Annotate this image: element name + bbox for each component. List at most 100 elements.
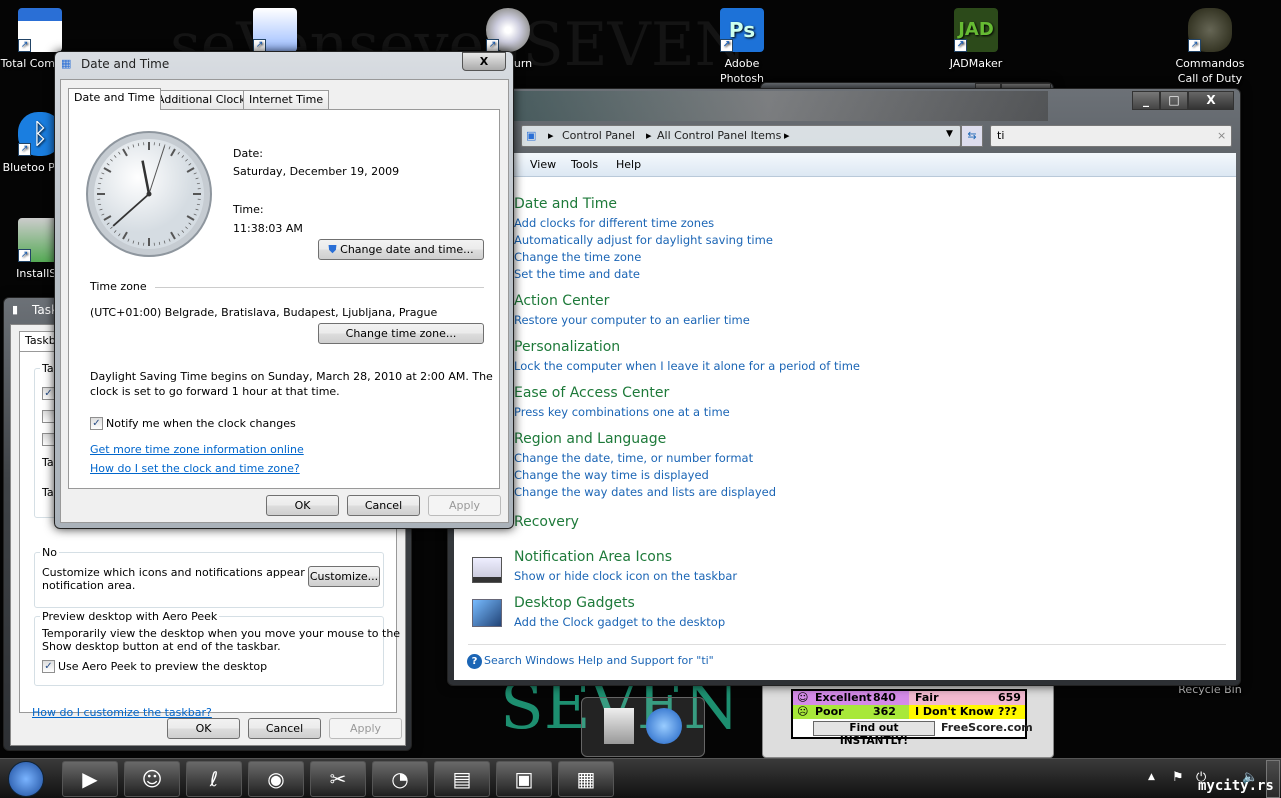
score-row-2: ☹ Poor 362 I Don't Know ??? xyxy=(793,705,1025,719)
result-link[interactable]: Change the way time is displayed xyxy=(514,468,709,482)
desktop-gadgets-icon xyxy=(472,599,502,627)
result-desktop-gadgets[interactable]: Desktop Gadgets xyxy=(514,595,635,611)
apply-button[interactable]: Apply xyxy=(329,718,402,739)
computer-icon xyxy=(604,708,634,744)
paint-taskbar-button[interactable]: ✂ xyxy=(310,761,366,797)
divider xyxy=(468,644,1226,645)
network-gadget[interactable] xyxy=(581,697,705,757)
desktop-icon-photoshop[interactable]: Ps ↗ Adobe Photosh xyxy=(702,8,782,86)
title-glass xyxy=(488,91,1048,121)
timezone-value: (UTC+01:00) Belgrade, Bratislava, Budape… xyxy=(90,306,438,319)
change-time-zone-button[interactable]: Change time zone... xyxy=(318,323,484,344)
firefox-taskbar-button[interactable]: ◉ xyxy=(248,761,304,797)
breadcrumb-control-panel[interactable]: Control Panel xyxy=(562,129,635,142)
date-time-icon: ▦ xyxy=(576,767,596,791)
maximize-button[interactable]: □ xyxy=(1160,91,1188,110)
freescore-gadget[interactable]: ☺ Excellent 840 Fair 659 ☹ Poor 362 I Do… xyxy=(762,682,1054,758)
timezone-info-link[interactable]: Get more time zone information online xyxy=(90,443,304,456)
uac-shield-icon: ⛊ xyxy=(328,243,337,256)
result-recovery[interactable]: Recovery xyxy=(514,514,579,530)
show-desktop-button[interactable] xyxy=(1266,760,1280,798)
desktop-icon-jadmaker[interactable]: JAD ↗ JADMaker xyxy=(936,8,1016,71)
cancel-button[interactable]: Cancel xyxy=(248,718,321,739)
server-manager-taskbar-button[interactable]: ▤ xyxy=(434,761,490,797)
minimize-button[interactable]: _ xyxy=(1132,91,1160,110)
result-link[interactable]: Automatically adjust for daylight saving… xyxy=(514,233,773,247)
word-doc-icon: ↗ xyxy=(253,8,297,52)
messenger-taskbar-button[interactable]: ☺ xyxy=(124,761,180,797)
result-link[interactable]: Lock the computer when I leave it alone … xyxy=(514,359,860,373)
desktop-icon-commandos[interactable]: ↗ Commandos Call of Duty xyxy=(1170,8,1250,86)
change-date-time-button[interactable]: ⛊ Change date and time... xyxy=(318,239,484,260)
history-dropdown-icon[interactable]: ▼ xyxy=(946,129,953,139)
ok-button[interactable]: OK xyxy=(266,495,339,516)
dialog-body: Date and Time Additional Clocks Internet… xyxy=(60,79,509,523)
result-link[interactable]: Restore your computer to an earlier time xyxy=(514,313,750,327)
notification-area-icon xyxy=(472,557,502,583)
breadcrumb-all-items[interactable]: All Control Panel Items xyxy=(657,129,781,142)
find-out-button[interactable]: Find out INSTANTLY! xyxy=(813,721,935,747)
apply-button[interactable]: Apply xyxy=(428,495,501,516)
control-panel-window: _ □ X ▣ ▸ Control Panel ▸ All Control Pa… xyxy=(447,88,1241,686)
desktop-icon-word-doc[interactable]: ↗ xyxy=(235,8,315,56)
taskbar-icon: ▮ xyxy=(12,303,19,316)
result-notification-area-icons[interactable]: Notification Area Icons xyxy=(514,549,672,565)
tab-date-and-time[interactable]: Date and Time xyxy=(68,88,161,110)
help-icon: ? xyxy=(467,654,482,669)
aero-peek-checkbox[interactable]: ✓ xyxy=(42,660,55,673)
result-date-and-time[interactable]: Date and Time xyxy=(514,196,617,212)
ok-button[interactable]: OK xyxy=(167,718,240,739)
close-button[interactable]: X xyxy=(1188,91,1234,110)
result-link[interactable]: Change the way dates and lists are displ… xyxy=(514,485,776,499)
menu-view[interactable]: View xyxy=(530,158,556,171)
result-personalization[interactable]: Personalization xyxy=(514,339,620,355)
result-link[interactable]: Change the time zone xyxy=(514,250,641,264)
jadmaker-icon: JAD ↗ xyxy=(954,8,998,52)
result-link[interactable]: Change the date, time, or number format xyxy=(514,451,753,465)
media-player-taskbar-button[interactable]: ▶ xyxy=(62,761,118,797)
refresh-button[interactable]: ⇆ xyxy=(961,125,983,147)
result-link[interactable]: Add the Clock gadget to the desktop xyxy=(514,615,725,629)
result-link[interactable]: Press key combinations one at a time xyxy=(514,405,730,419)
cancel-button[interactable]: Cancel xyxy=(347,495,420,516)
corel-taskbar-button[interactable]: ℓ xyxy=(186,761,242,797)
result-link[interactable]: Set the time and date xyxy=(514,267,640,281)
result-ease-of-access[interactable]: Ease of Access Center xyxy=(514,385,669,401)
action-center-flag-icon[interactable]: ⚑ xyxy=(1172,770,1184,785)
search-input[interactable]: ti × xyxy=(990,125,1232,147)
menu-help[interactable]: Help xyxy=(616,158,641,171)
result-region-language[interactable]: Region and Language xyxy=(514,431,666,447)
notify-checkbox[interactable]: ✓ xyxy=(90,417,103,430)
burn-disc-icon: ↗ xyxy=(486,8,530,52)
corel-icon: ℓ xyxy=(209,767,219,791)
photoshop-icon: Ps ↗ xyxy=(720,8,764,52)
tab-internet-time[interactable]: Internet Time xyxy=(243,90,330,110)
messenger-icon: ☺ xyxy=(141,767,163,791)
show-hidden-icons-button[interactable]: ▲ xyxy=(1148,772,1155,782)
clear-search-icon[interactable]: × xyxy=(1217,129,1226,142)
start-button[interactable] xyxy=(8,761,44,797)
date-time-dialog: ▦ Date and Time X Date and Time Addition… xyxy=(54,51,514,529)
address-bar[interactable]: ▣ ▸ Control Panel ▸ All Control Panel It… xyxy=(521,125,961,147)
tab-additional-clocks[interactable]: Additional Clocks xyxy=(151,90,258,110)
control-panel-taskbar-button[interactable]: ▣ xyxy=(496,761,552,797)
result-action-center[interactable]: Action Center xyxy=(514,293,609,309)
menu-tools[interactable]: Tools xyxy=(571,158,598,171)
help-search-link[interactable]: Search Windows Help and Support for "ti" xyxy=(484,654,714,667)
clock-help-link[interactable]: How do I set the clock and time zone? xyxy=(90,462,300,475)
divider xyxy=(155,287,484,288)
close-button[interactable]: X xyxy=(462,52,506,71)
smiley-icon: ☹ xyxy=(797,705,809,718)
paint-icon: ✂ xyxy=(329,767,347,791)
control-panel-icon: ▣ xyxy=(514,767,534,791)
customize-button[interactable]: Customize... xyxy=(308,566,380,587)
result-link[interactable]: Show or hide clock icon on the taskbar xyxy=(514,569,737,583)
clock-gadget-taskbar-button[interactable]: ◔ xyxy=(372,761,428,797)
result-link[interactable]: Add clocks for different time zones xyxy=(514,216,714,230)
breadcrumb-arrow-icon: ▸ xyxy=(646,129,652,142)
time-value: 11:38:03 AM xyxy=(233,222,303,235)
date-time-taskbar-button[interactable]: ▦ xyxy=(558,761,614,797)
clock-gadget-icon: ◔ xyxy=(391,767,409,791)
results-pane: Date and Time Add clocks for different t… xyxy=(454,177,1236,680)
control-panel-icon: ▣ xyxy=(526,129,537,142)
